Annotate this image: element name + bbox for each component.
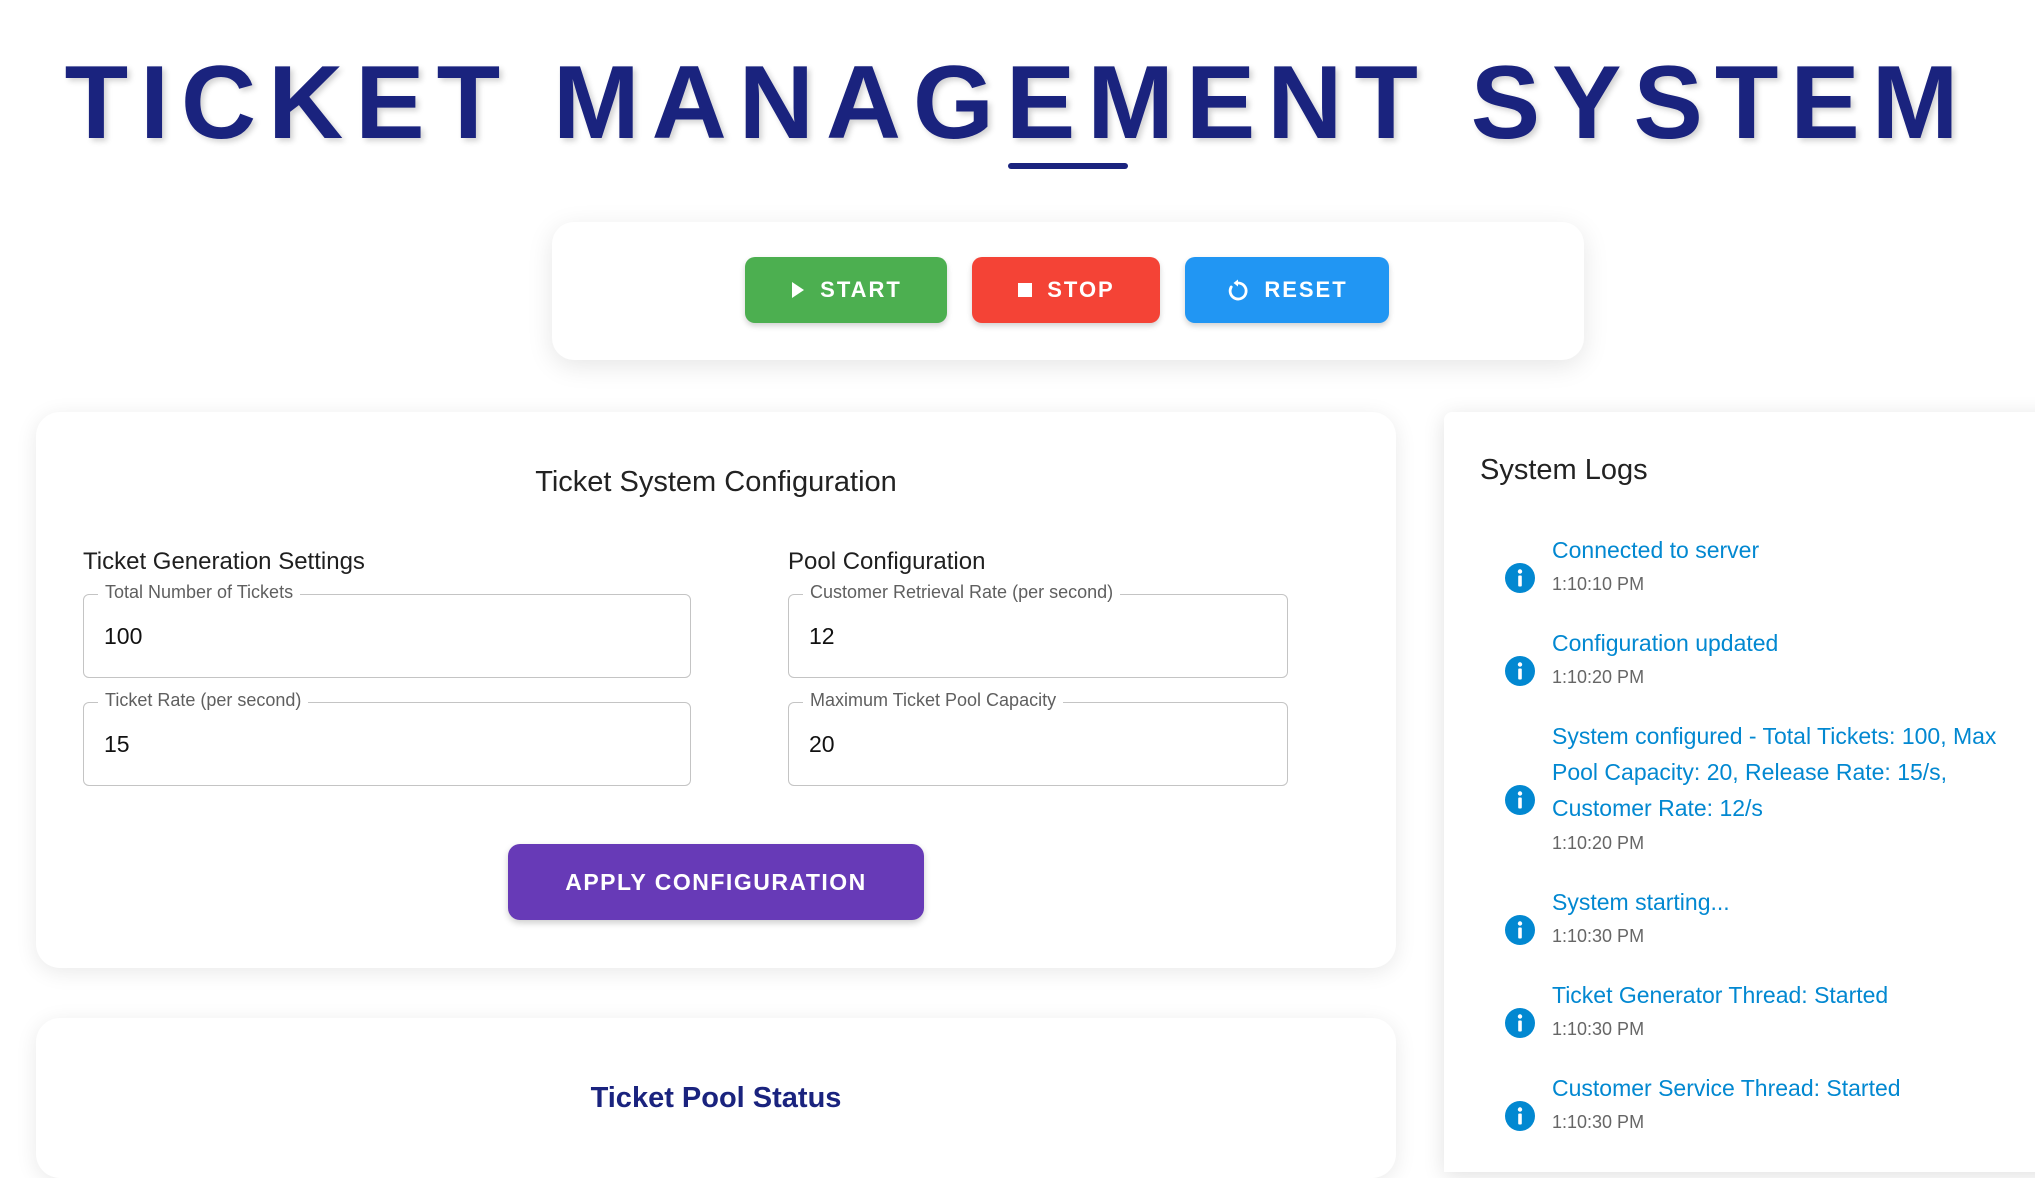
log-message: Connected to server [1552,537,1760,563]
retrieval-rate-label: Customer Retrieval Rate (per second) [803,582,1121,603]
total-tickets-input[interactable] [104,623,670,650]
system-logs-panel: System Logs Connected to server 1:10:10 … [1444,412,2035,1172]
control-panel: START STOP RESET [552,222,1584,360]
reset-button-label: RESET [1264,277,1348,302]
restart-icon [1226,278,1250,302]
stop-button[interactable]: STOP [972,257,1160,323]
log-timestamp: 1:10:30 PM [1552,1019,1645,1039]
log-message: Ticket Generator Thread: Started [1552,982,1889,1008]
start-button[interactable]: START [745,257,947,323]
log-timestamp: 1:10:10 PM [1552,574,1645,594]
ticket-rate-label: Ticket Rate (per second) [98,690,309,711]
log-message: Customer Service Thread: Started [1552,1075,1901,1101]
ticket-pool-status-heading: Ticket Pool Status [590,1082,842,1114]
log-timestamp: 1:10:30 PM [1552,1112,1645,1132]
pool-configuration-title: Pool Configuration [788,548,986,575]
info-circle-icon [1504,562,1536,594]
info-circle-icon [1504,1100,1536,1132]
title-underline [1008,163,1128,169]
log-message: System configured - Total Tickets: 100, … [1552,723,1997,821]
info-circle-icon [1504,1007,1536,1039]
info-circle-icon [1504,914,1536,946]
system-logs-heading: System Logs [1480,454,1648,486]
ticket-rate-field: Ticket Rate (per second) [83,690,691,786]
ticket-pool-status-card: Ticket Pool Status [36,1018,1396,1178]
stop-square-icon [1017,282,1033,298]
configuration-heading: Ticket System Configuration [535,466,897,498]
log-message: Configuration updated [1552,630,1779,656]
log-timestamp: 1:10:20 PM [1552,833,1645,853]
total-tickets-field: Total Number of Tickets [83,582,691,678]
ticket-rate-input[interactable] [104,731,670,758]
ticket-generation-settings-title: Ticket Generation Settings [83,548,365,575]
play-icon [790,281,806,299]
reset-button[interactable]: RESET [1185,257,1389,323]
info-circle-icon [1504,655,1536,687]
start-button-label: START [820,277,902,302]
info-circle-icon [1504,784,1536,816]
configuration-card: Ticket System Configuration Ticket Gener… [36,412,1396,968]
total-tickets-label: Total Number of Tickets [98,582,301,603]
page-title: TICKET MANAGEMENT SYSTEM [64,45,1971,161]
log-message: System starting... [1552,889,1730,915]
retrieval-rate-field: Customer Retrieval Rate (per second) [788,582,1288,678]
max-capacity-input[interactable] [809,731,1267,758]
log-timestamp: 1:10:30 PM [1552,926,1645,946]
apply-configuration-button[interactable]: APPLY CONFIGURATION [508,844,924,920]
retrieval-rate-input[interactable] [809,623,1267,650]
log-timestamp: 1:10:20 PM [1552,667,1645,687]
max-capacity-label: Maximum Ticket Pool Capacity [803,690,1064,711]
max-capacity-field: Maximum Ticket Pool Capacity [788,690,1288,786]
stop-button-label: STOP [1047,277,1115,302]
